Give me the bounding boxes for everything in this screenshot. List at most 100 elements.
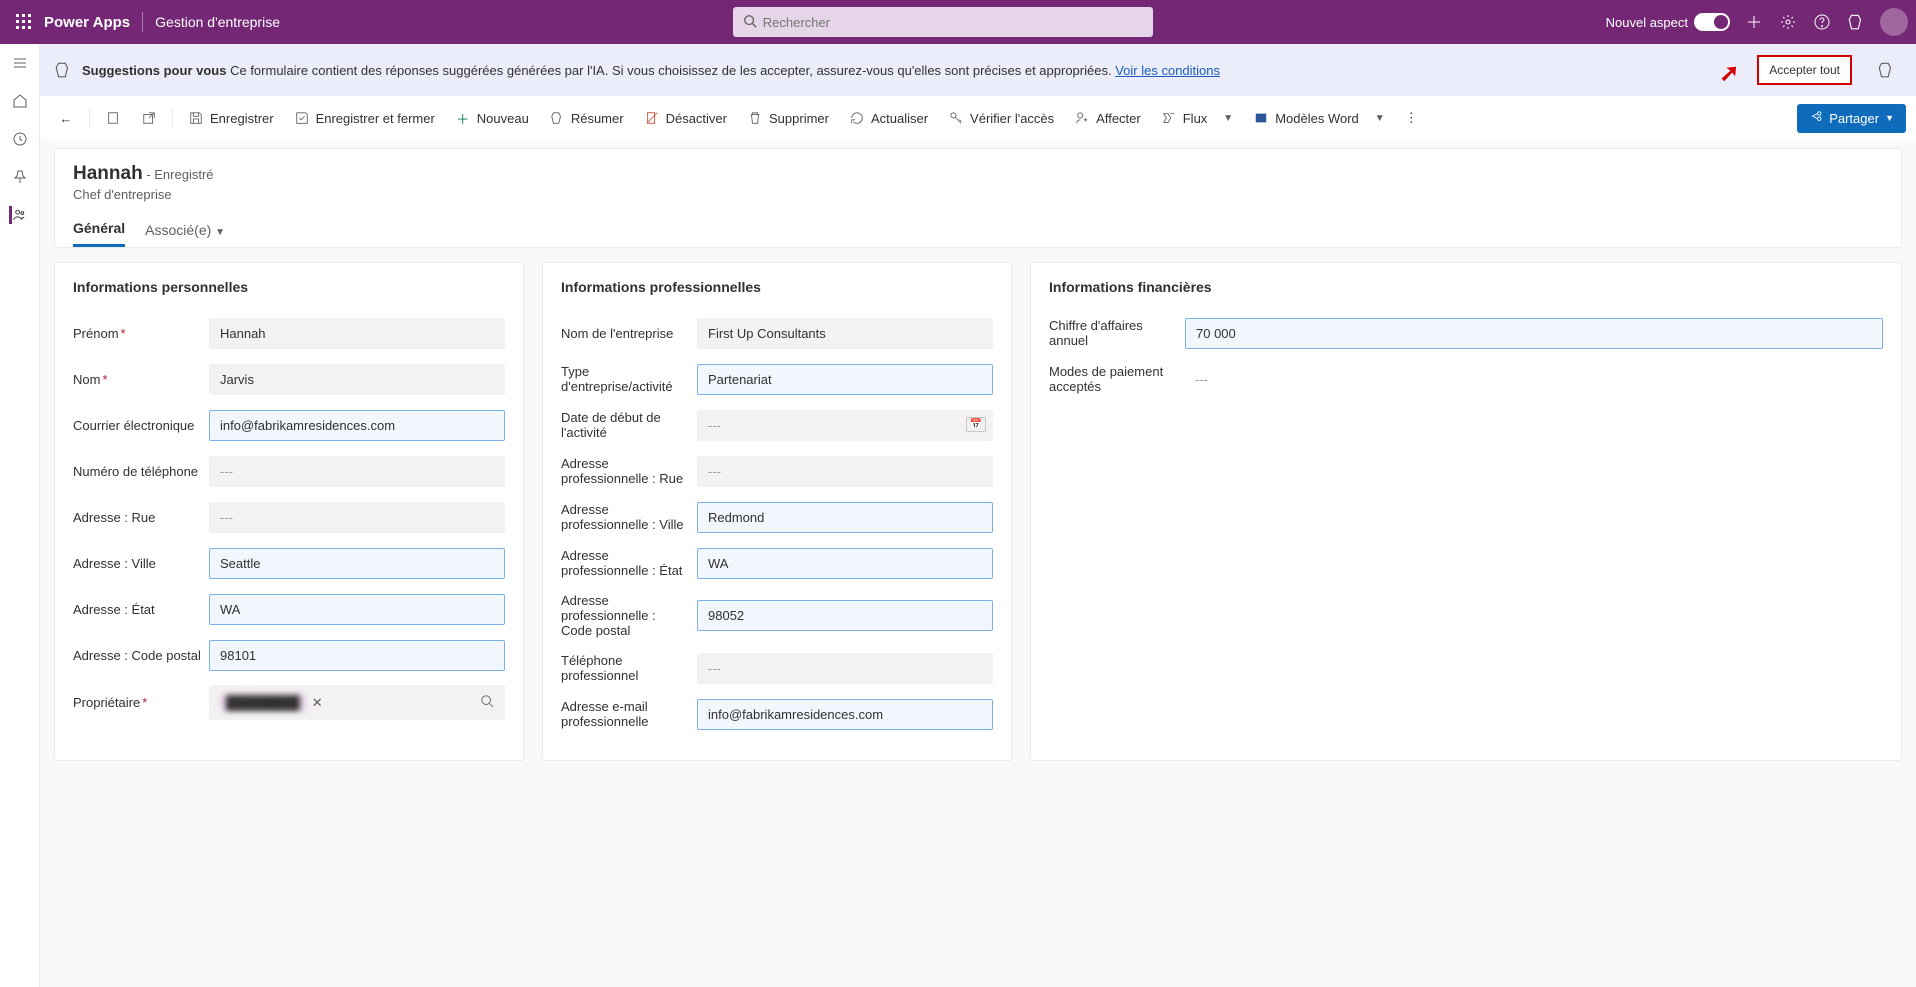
share-button[interactable]: Partager ▼ — [1797, 104, 1906, 133]
deactivate-label: Désactiver — [666, 111, 727, 126]
save-close-icon — [294, 110, 310, 126]
label-bzip: Adresse professionnelle : Code postal — [561, 593, 697, 638]
input-zip[interactable]: 98101 — [209, 640, 505, 671]
input-email[interactable]: info@fabrikamresidences.com — [209, 410, 505, 441]
avatar[interactable] — [1880, 8, 1908, 36]
search-box[interactable] — [733, 7, 1153, 37]
input-startdate[interactable]: ---📅 — [697, 410, 993, 441]
record-tabs: Général Associé(e) ▼ — [73, 220, 1883, 247]
trash-icon — [747, 110, 763, 126]
sparkle-icon — [549, 110, 565, 126]
suggestion-text: Suggestions pour vous Ce formulaire cont… — [82, 63, 1220, 78]
save-close-button[interactable]: Enregistrer et fermer — [286, 104, 443, 132]
tab-related[interactable]: Associé(e) ▼ — [145, 222, 225, 246]
chevron-down-icon: ▼ — [1375, 113, 1385, 124]
new-button[interactable]: ＋Nouveau — [447, 104, 537, 132]
command-bar-container: ← Enregistrer Enregistrer et fermer ＋Nou… — [40, 96, 1916, 140]
accept-all-button[interactable]: Accepter tout — [1757, 55, 1852, 85]
search-input[interactable] — [763, 15, 1143, 30]
check-access-button[interactable]: Vérifier l'accès — [940, 104, 1062, 132]
open-new-window-button[interactable] — [133, 104, 165, 132]
label-state: Adresse : État — [73, 602, 209, 617]
label-bstreet: Adresse professionnelle : Rue — [561, 456, 697, 486]
home-icon[interactable] — [11, 92, 29, 110]
help-icon[interactable] — [1812, 12, 1832, 32]
divider — [142, 12, 143, 32]
delete-button[interactable]: Supprimer — [739, 104, 837, 132]
new-look-label: Nouvel aspect — [1606, 15, 1688, 30]
overflow-button[interactable]: ⋮ — [1397, 104, 1426, 132]
tab-related-label: Associé(e) — [145, 222, 211, 238]
label-bcity: Adresse professionnelle : Ville — [561, 502, 697, 532]
copilot-icon[interactable] — [1846, 12, 1866, 32]
save-label: Enregistrer — [210, 111, 274, 126]
assign-label: Affecter — [1096, 111, 1141, 126]
toggle-switch[interactable] — [1694, 13, 1730, 31]
label-revenue: Chiffre d'affaires annuel — [1049, 318, 1185, 348]
environment-name[interactable]: Gestion d'entreprise — [155, 14, 280, 30]
input-state[interactable]: WA — [209, 594, 505, 625]
input-company[interactable]: First Up Consultants — [697, 318, 993, 349]
plus-icon[interactable] — [1744, 12, 1764, 32]
back-button[interactable]: ← — [50, 104, 82, 132]
copilot-panel-icon[interactable] — [1870, 54, 1902, 86]
input-firstname[interactable]: Hannah — [209, 318, 505, 349]
refresh-button[interactable]: Actualiser — [841, 104, 936, 132]
gear-icon[interactable] — [1778, 12, 1798, 32]
calendar-icon[interactable]: 📅 — [966, 417, 986, 432]
word-templates-button[interactable]: Modèles Word ▼ — [1245, 104, 1392, 132]
input-bphone[interactable]: --- — [697, 653, 993, 684]
input-owner[interactable]: ████████ ✕ — [209, 685, 505, 720]
input-city[interactable]: Seattle — [209, 548, 505, 579]
delete-label: Supprimer — [769, 111, 829, 126]
label-company: Nom de l'entreprise — [561, 326, 697, 341]
chevron-down-icon: ▼ — [1223, 113, 1233, 124]
label-biztype: Type d'entreprise/activité — [561, 364, 697, 394]
label-lastname: Nom* — [73, 372, 209, 387]
chevron-down-icon: ▼ — [1885, 113, 1894, 123]
recent-icon[interactable] — [11, 130, 29, 148]
label-bphone: Téléphone professionnel — [561, 653, 697, 683]
check-access-label: Vérifier l'accès — [970, 111, 1054, 126]
flow-button[interactable]: Flux ▼ — [1153, 104, 1241, 132]
plus-icon: ＋ — [455, 110, 471, 126]
pin-icon[interactable] — [11, 168, 29, 186]
input-bemail[interactable]: info@fabrikamresidences.com — [697, 699, 993, 730]
input-biztype[interactable]: Partenariat — [697, 364, 993, 395]
save-button[interactable]: Enregistrer — [180, 104, 282, 132]
back-arrow-icon: ← — [58, 110, 74, 126]
section-financial: Informations financières Chiffre d'affai… — [1030, 262, 1902, 761]
form-icon — [105, 110, 121, 126]
suggestion-terms-link[interactable]: Voir les conditions — [1115, 63, 1220, 78]
input-bstate[interactable]: WA — [697, 548, 993, 579]
input-bcity[interactable]: Redmond — [697, 502, 993, 533]
remove-owner-icon[interactable]: ✕ — [312, 695, 323, 711]
record-title: Hannah — [73, 163, 143, 184]
suggestion-body: Ce formulaire contient des réponses sugg… — [230, 63, 1112, 78]
app-launcher-icon[interactable] — [8, 6, 40, 38]
input-bzip[interactable]: 98052 — [697, 600, 993, 631]
share-label: Partager — [1829, 111, 1879, 126]
hamburger-icon[interactable] — [11, 54, 29, 72]
people-icon[interactable] — [9, 206, 27, 224]
input-bstreet[interactable]: --- — [697, 456, 993, 487]
new-look-toggle[interactable]: Nouvel aspect — [1606, 13, 1730, 31]
input-revenue[interactable]: 70 000 — [1185, 318, 1883, 349]
tab-general[interactable]: Général — [73, 220, 125, 247]
refresh-icon — [849, 110, 865, 126]
assign-button[interactable]: Affecter — [1066, 104, 1149, 132]
brand-label: Power Apps — [44, 14, 130, 31]
input-street[interactable]: --- — [209, 502, 505, 533]
flow-label: Flux — [1183, 111, 1208, 126]
input-payment[interactable]: --- — [1185, 365, 1883, 394]
suggestion-title: Suggestions pour vous — [82, 63, 226, 78]
input-phone[interactable]: --- — [209, 456, 505, 487]
owner-tag: ████████ — [220, 693, 306, 712]
summarize-button[interactable]: Résumer — [541, 104, 632, 132]
word-label: Modèles Word — [1275, 111, 1359, 126]
deactivate-button[interactable]: Désactiver — [636, 104, 735, 132]
form-selector-button[interactable] — [97, 104, 129, 132]
input-lastname[interactable]: Jarvis — [209, 364, 505, 395]
search-icon[interactable] — [480, 694, 494, 711]
command-bar: ← Enregistrer Enregistrer et fermer ＋Nou… — [50, 96, 1906, 140]
